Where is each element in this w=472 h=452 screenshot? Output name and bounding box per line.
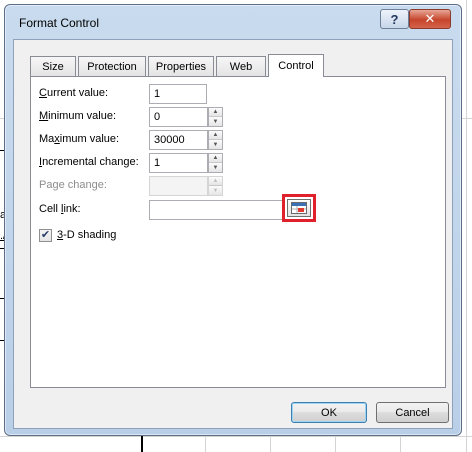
tab-properties[interactable]: Properties [148, 56, 214, 76]
incremental-change-spinner[interactable]: ▲ ▼ [208, 153, 223, 173]
close-button[interactable]: ✕ [409, 9, 451, 29]
spin-down-icon[interactable]: ▼ [209, 117, 222, 126]
grid-line [141, 436, 143, 452]
maximum-value-label: Maximum value: [39, 133, 120, 145]
format-control-dialog: Format Control ? ✕ Size Protection Prope… [4, 4, 462, 436]
grid-line [335, 436, 336, 452]
control-tab-panel: Current value: 1 Minimum value: 0 ▲ ▼ Ma… [30, 76, 446, 388]
minimum-value-label: Minimum value: [39, 110, 117, 122]
grid-line [0, 436, 472, 437]
cell-link-input[interactable] [149, 200, 283, 220]
tab-label: Web [229, 60, 253, 73]
spin-up-icon[interactable]: ▲ [209, 108, 222, 117]
ok-button[interactable]: OK [291, 402, 367, 423]
minimum-value-spinner[interactable]: ▲ ▼ [208, 107, 223, 127]
spin-down-icon[interactable]: ▼ [209, 140, 222, 149]
help-button[interactable]: ? [380, 9, 409, 29]
tab-web[interactable]: Web [216, 56, 266, 76]
page-change-input [149, 176, 208, 196]
page-change-label: Page change: [39, 179, 107, 191]
grid-line [205, 436, 206, 452]
maximum-value-input[interactable]: 30000 [149, 130, 208, 150]
cancel-button[interactable]: Cancel [376, 402, 449, 423]
cell-link-label: Cell link: [39, 203, 81, 215]
current-value-label: Current value: [39, 87, 109, 99]
grid-line [270, 436, 271, 452]
help-icon: ? [390, 11, 399, 27]
spin-up-icon[interactable]: ▲ [209, 131, 222, 140]
collapse-dialog-icon [287, 199, 311, 217]
dialog-title: Format Control [19, 16, 100, 30]
tab-label: Protection [87, 60, 137, 73]
dialog-body: Size Protection Properties Web Control C… [13, 39, 453, 429]
close-icon: ✕ [424, 11, 436, 26]
current-value-input[interactable]: 1 [149, 84, 207, 104]
tab-size[interactable]: Size [30, 56, 76, 76]
tab-control[interactable]: Control [268, 54, 324, 77]
spin-down-icon: ▼ [209, 186, 222, 195]
tab-label: Properties [155, 60, 207, 73]
page-change-spinner: ▲ ▼ [208, 176, 223, 196]
tab-label: Size [42, 60, 64, 73]
tab-protection[interactable]: Protection [78, 56, 146, 76]
tab-label: Control [278, 60, 314, 72]
incremental-change-input[interactable]: 1 [149, 153, 208, 173]
grid-line [400, 436, 401, 452]
spin-down-icon[interactable]: ▼ [209, 163, 222, 172]
check-icon: ✔ [40, 229, 51, 241]
minimum-value-input[interactable]: 0 [149, 107, 208, 127]
3d-shading-checkbox[interactable]: ✔ [39, 229, 52, 242]
maximum-value-spinner[interactable]: ▲ ▼ [208, 130, 223, 150]
cell-link-range-selector-button[interactable] [282, 194, 316, 222]
spin-up-icon[interactable]: ▲ [209, 154, 222, 163]
incremental-change-label: Incremental change: [39, 156, 139, 168]
3d-shading-label: 3-D shading [57, 229, 117, 241]
range-select-icon [291, 202, 307, 214]
grid-line [466, 0, 467, 452]
spin-up-icon: ▲ [209, 177, 222, 186]
